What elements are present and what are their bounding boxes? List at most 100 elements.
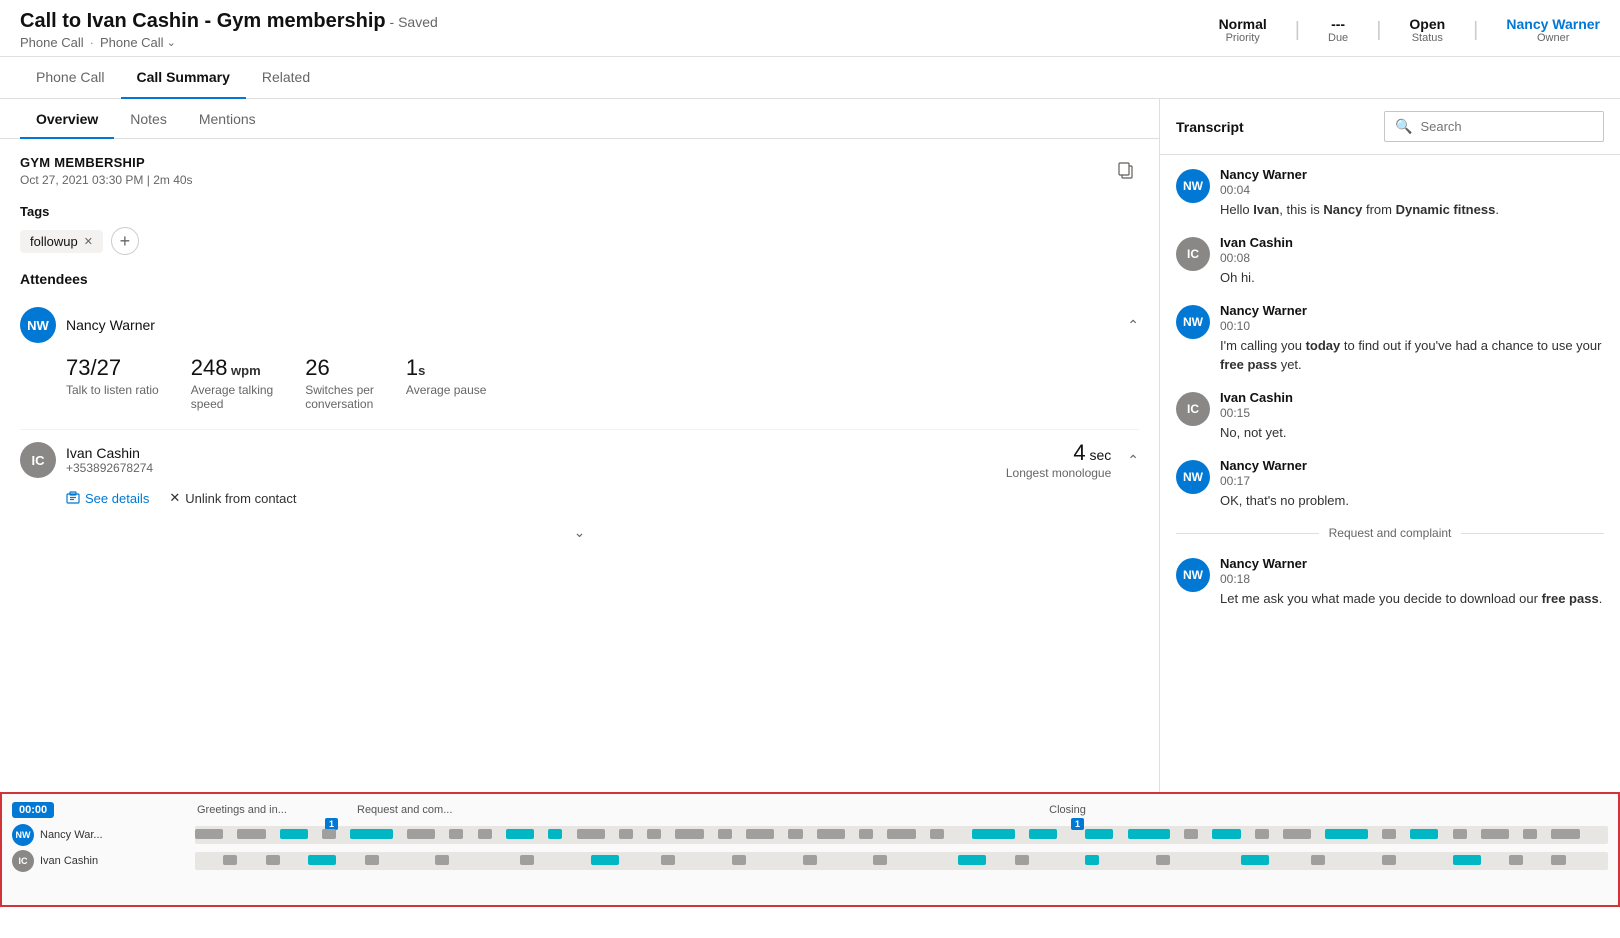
attendee-ivan-header: IC Ivan Cashin +353892678274 4 sec Longe… [20,440,1139,480]
divider-line-right [1461,533,1604,534]
monologue-label: Longest monologue [1006,466,1111,480]
track-label-nancy: NW Nancy War... [12,824,187,846]
see-details-label: See details [85,491,149,506]
sub-tab-overview[interactable]: Overview [20,99,114,139]
owner-label: Owner [1537,32,1569,44]
sub-type2-dropdown[interactable]: Phone Call ⌄ [100,35,176,50]
action-links: See details ✕ Unlink from contact [20,480,1139,506]
left-panel: Overview Notes Mentions GYM MEMBERSHIP O… [0,99,1160,792]
attendee-nancy: NW Nancy Warner ⌃ 73/27 Talk to listen r… [20,297,1139,429]
section-divider-request: Request and complaint [1176,526,1604,540]
track-nancy: NW Nancy War... 1 [12,824,1608,846]
status-label: Status [1412,32,1443,44]
unlink-icon: ✕ [169,490,180,506]
unlink-button[interactable]: ✕ Unlink from contact [169,490,296,506]
msg-name-2: Ivan Cashin [1220,235,1293,250]
copy-button[interactable] [1113,157,1139,188]
separator-2: | [1376,19,1381,42]
right-panel: Transcript 🔍 NW Nancy Warner 00:04 Hello… [1160,99,1620,792]
ivan-phone: +353892678274 [66,461,153,475]
unlink-label: Unlink from contact [185,491,296,506]
search-icon: 🔍 [1395,118,1412,135]
search-input[interactable] [1420,119,1593,134]
transcript-msg-5: NW Nancy Warner 00:17 OK, that's no prob… [1176,458,1604,510]
ivan-info: Ivan Cashin +353892678274 [66,445,153,475]
nancy-name: Nancy Warner [66,317,155,333]
header: Call to Ivan Cashin - Gym membership - S… [0,0,1620,57]
msg-time-4: 00:15 [1220,406,1293,420]
search-box[interactable]: 🔍 [1384,111,1604,142]
track-bar-ivan [195,852,1608,870]
sub-tab-notes[interactable]: Notes [114,99,183,139]
divider-text-request: Request and complaint [1329,526,1452,540]
msg-time-2: 00:08 [1220,251,1293,265]
divider-line-left [1176,533,1319,534]
header-left: Call to Ivan Cashin - Gym membership - S… [20,10,438,50]
transcript-header: Transcript 🔍 [1160,99,1620,155]
msg-time-1: 00:04 [1220,183,1499,197]
transcript-msg-2: IC Ivan Cashin 00:08 Oh hi. [1176,235,1604,287]
msg-avatar-nw-3: NW [1176,460,1210,494]
msg-name-1: Nancy Warner [1220,167,1499,182]
tag-label: followup [30,234,78,249]
msg-text-1: Hello Ivan, this is Nancy from Dynamic f… [1220,201,1499,219]
attendee-nancy-header: NW Nancy Warner ⌃ [20,307,1139,343]
msg-text-2: Oh hi. [1220,269,1293,287]
msg-avatar-ic-2: IC [1176,392,1210,426]
details-icon [66,491,80,505]
section-header: GYM MEMBERSHIP Oct 27, 2021 03:30 PM | 2… [20,155,1139,188]
section-request-label: Request and com... [357,802,527,816]
stat-pause-label: Average pause [406,383,487,397]
msg-name-6: Nancy Warner [1220,556,1602,571]
transcript-messages: NW Nancy Warner 00:04 Hello Ivan, this i… [1160,155,1620,792]
overview-content: GYM MEMBERSHIP Oct 27, 2021 03:30 PM | 2… [0,139,1159,565]
track-badge-2: 1 [1071,818,1084,830]
nancy-collapse-button[interactable]: ⌃ [1127,317,1139,334]
sub-tabs: Overview Notes Mentions [0,99,1159,139]
msg-text-3: I'm calling you today to find out if you… [1220,337,1604,373]
transcript-msg-4: IC Ivan Cashin 00:15 No, not yet. [1176,390,1604,442]
expand-section-button[interactable]: ⌄ [20,516,1139,549]
owner-value[interactable]: Nancy Warner [1506,16,1600,32]
stat-wpm: 248 wpm Average talkingspeed [191,355,274,411]
msg-avatar-nw-4: NW [1176,558,1210,592]
track-avatar-ivan: IC [12,850,34,872]
transcript-title: Transcript [1176,119,1244,135]
due-label: Due [1328,32,1348,44]
msg-text-4: No, not yet. [1220,424,1293,442]
ivan-name: Ivan Cashin [66,445,153,461]
tab-phone-call[interactable]: Phone Call [20,57,121,99]
avatar-nancy: NW [20,307,56,343]
tags-section: Tags followup ✕ + [20,204,1139,255]
transcript-msg-3: NW Nancy Warner 00:10 I'm calling you to… [1176,303,1604,373]
avatar-ivan: IC [20,442,56,478]
ivan-collapse-button[interactable]: ⌃ [1127,452,1139,469]
priority-label: Priority [1226,32,1260,44]
transcript-msg-1: NW Nancy Warner 00:04 Hello Ivan, this i… [1176,167,1604,219]
tags-label: Tags [20,204,1139,219]
msg-name-4: Ivan Cashin [1220,390,1293,405]
timeline-section-labels: Greetings and in... Request and com... C… [197,802,1608,816]
timeline-tracks: NW Nancy War... 1 [2,820,1618,872]
sub-tab-mentions[interactable]: Mentions [183,99,272,139]
time-badge: 00:00 [12,802,54,818]
tag-remove[interactable]: ✕ [84,235,93,248]
stat-wpm-label: Average talkingspeed [191,383,274,411]
tab-call-summary[interactable]: Call Summary [121,57,246,99]
msg-text-5: OK, that's no problem. [1220,492,1349,510]
see-details-button[interactable]: See details [66,491,149,506]
status-value: Open [1409,16,1445,32]
header-subtitle: Phone Call · Phone Call ⌄ [20,35,438,50]
add-tag-button[interactable]: + [111,227,139,255]
track-label-ivan: IC Ivan Cashin [12,850,187,872]
priority-meta: Normal Priority [1219,16,1267,44]
msg-name-5: Nancy Warner [1220,458,1349,473]
stat-switches-label: Switches perconversation [305,383,374,411]
tab-related[interactable]: Related [246,57,326,99]
track-name-ivan: Ivan Cashin [40,855,98,867]
main-content: Overview Notes Mentions GYM MEMBERSHIP O… [0,99,1620,792]
sub-type2: Phone Call [100,35,164,50]
attendees-label: Attendees [20,271,1139,287]
separator-3: | [1473,19,1478,42]
stat-talk-ratio: 73/27 Talk to listen ratio [66,355,159,411]
